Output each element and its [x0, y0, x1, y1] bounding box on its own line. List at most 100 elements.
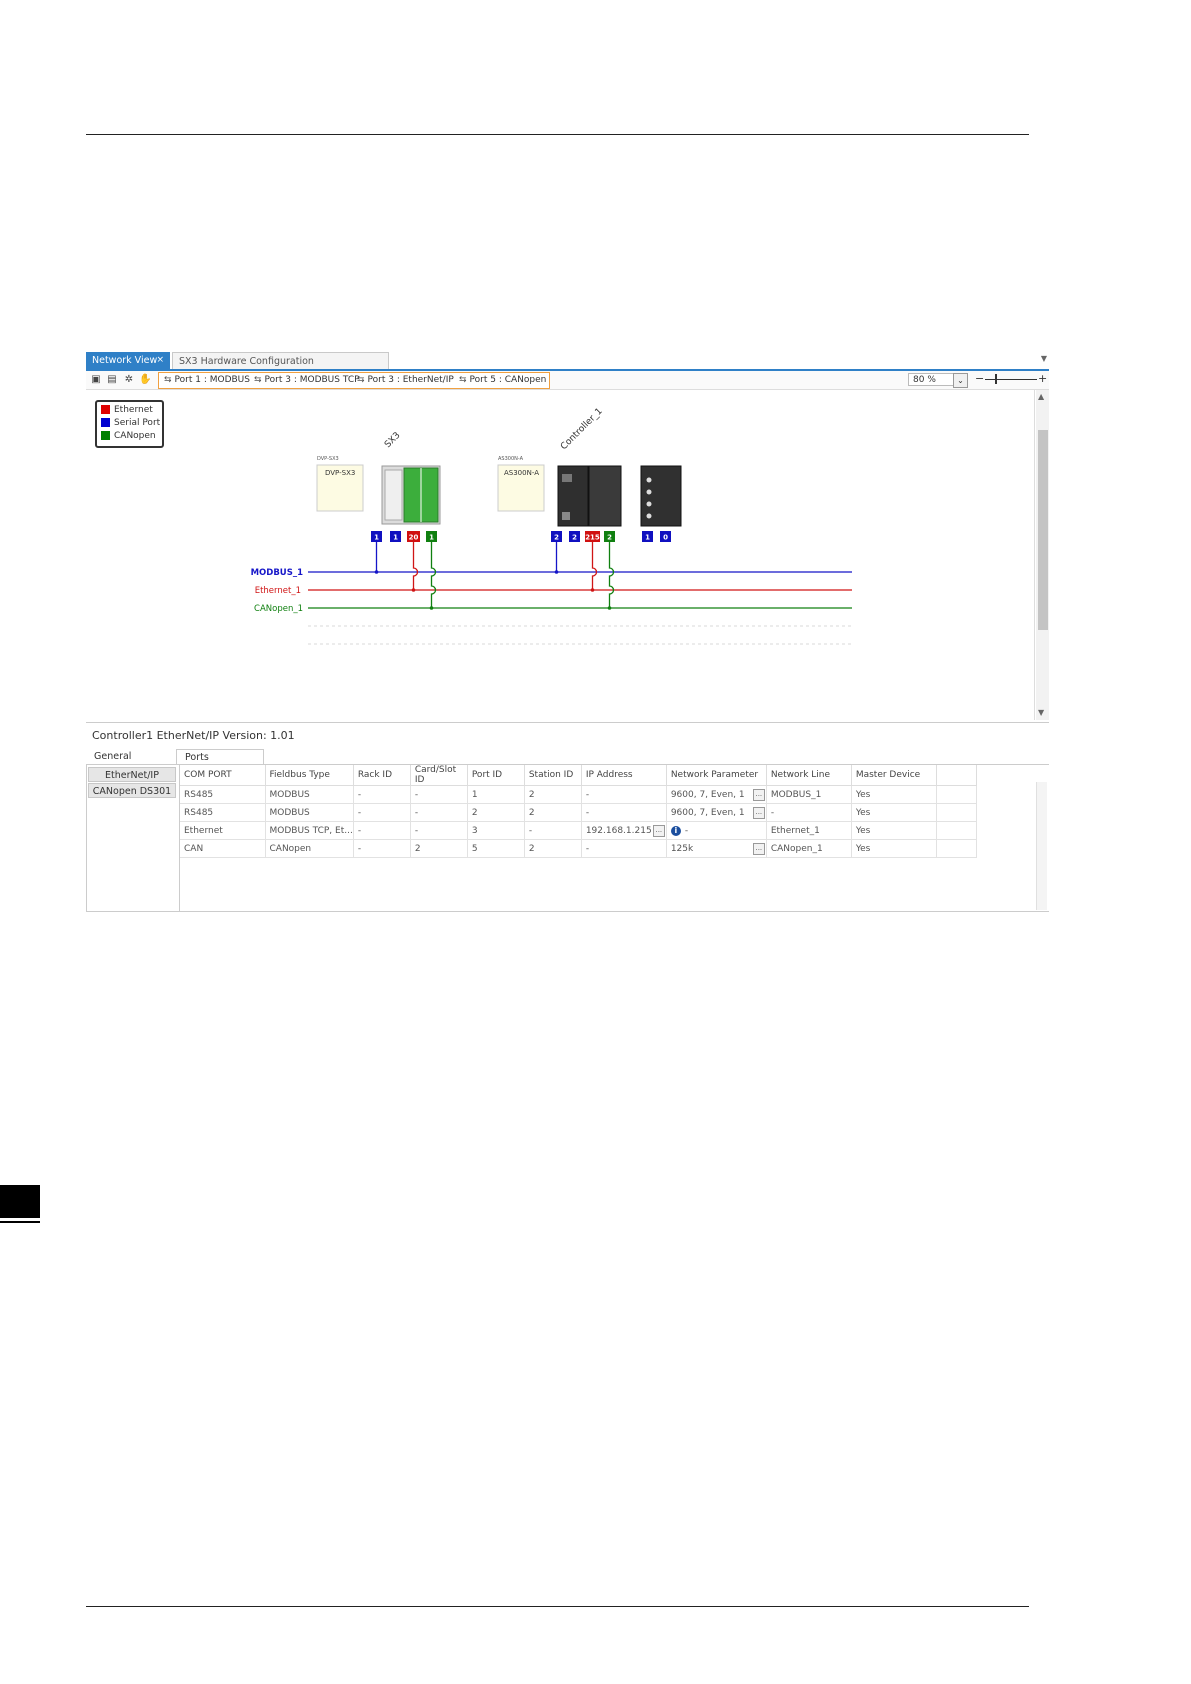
connection-dot — [411, 588, 416, 592]
device-name-sx3[interactable]: SX3 — [383, 431, 403, 451]
cell-card-slot-id: - — [410, 803, 468, 822]
network-line-label[interactable]: CANopen_1 — [254, 604, 303, 614]
column-header[interactable]: Network Parameter — [666, 765, 767, 786]
column-header-spacer — [936, 765, 977, 786]
canvas-vertical-scrollbar[interactable]: ▲ ▼ — [1036, 390, 1049, 720]
select-tool-icon[interactable]: ▣ — [90, 374, 102, 386]
ellipsis-button[interactable]: ... — [752, 807, 765, 819]
network-line-label[interactable]: Ethernet_1 — [255, 586, 301, 596]
port-item[interactable]: ⇆ Port 3 : MODBUS TCP — [254, 373, 360, 388]
extension-module-image[interactable] — [640, 465, 682, 527]
connection-dot — [374, 570, 379, 574]
device-model-label: DVP-SX3 — [317, 456, 339, 462]
port-label: Port 3 : MODBUS TCP — [264, 375, 360, 385]
protocol-item-canopen-ds301[interactable]: CANopen DS301 — [88, 783, 176, 798]
connection-dot — [607, 606, 612, 610]
network-scan-icon[interactable]: ✲ — [123, 374, 135, 386]
network-parameter-value: - — [684, 825, 689, 836]
cell-spacer — [936, 839, 977, 858]
info-icon[interactable]: i — [670, 825, 681, 836]
table-row[interactable]: RS485 MODBUS - - 1 2 - 9600, 7, Even, 1.… — [180, 785, 977, 804]
cell-fieldbus-type: MODBUS TCP, Et... — [265, 821, 354, 840]
column-header[interactable]: Network Line — [766, 765, 852, 786]
port-badge-label: 20 — [409, 534, 419, 542]
cell-port-id: 2 — [467, 803, 525, 822]
port-item[interactable]: ⇆ Port 5 : CANopen — [459, 373, 546, 388]
column-header[interactable]: Card/Slot ID — [410, 765, 468, 786]
column-header[interactable]: IP Address — [581, 765, 667, 786]
cell-card-slot-id: 2 — [410, 839, 468, 858]
protocol-item-ethernet-ip[interactable]: EtherNet/IP — [88, 767, 176, 782]
tab-sx3-hardware-configuration[interactable]: SX3 Hardware Configuration — [172, 352, 389, 369]
port-badge-label: 1 — [645, 534, 650, 542]
properties-tab-strip: General Ports Information — [86, 749, 1049, 778]
zoom-out-icon[interactable]: − — [975, 372, 984, 385]
cell-com-port: RS485 — [180, 785, 266, 804]
ellipsis-button[interactable]: ... — [752, 789, 765, 801]
device-name-controller-1[interactable]: Controller_1 — [559, 407, 605, 453]
chevron-down-icon[interactable]: ⌄ — [953, 373, 968, 388]
port-badge-label: 2 — [572, 534, 577, 542]
zoom-in-icon[interactable]: + — [1038, 372, 1047, 385]
cell-network-parameter[interactable]: 9600, 7, Even, 1... — [666, 803, 767, 822]
cell-network-parameter[interactable]: 9600, 7, Even, 1... — [666, 785, 767, 804]
ellipsis-button[interactable]: ... — [752, 843, 765, 855]
cell-station-id: - — [524, 821, 582, 840]
network-parameter-value: 9600, 7, Even, 1 — [670, 789, 745, 800]
port-item[interactable]: ⇆ Port 1 : MODBUS — [164, 373, 250, 388]
plc-sx3-image[interactable] — [381, 465, 441, 525]
scroll-up-icon[interactable]: ▲ — [1038, 392, 1044, 401]
port-icon: ⇆ — [357, 375, 365, 385]
connection-dot — [590, 588, 595, 592]
column-header[interactable]: Station ID — [524, 765, 582, 786]
network-parameter-value: 9600, 7, Even, 1 — [670, 807, 745, 818]
column-header[interactable]: COM PORT — [180, 765, 266, 786]
scroll-down-icon[interactable]: ▼ — [1038, 708, 1044, 717]
cell-network-parameter[interactable]: 125k... — [666, 839, 767, 858]
scrollbar-thumb[interactable] — [1038, 430, 1048, 630]
table-header-row: COM PORT Fieldbus Type Rack ID Card/Slot… — [180, 765, 977, 786]
module-terminal — [646, 513, 652, 519]
connection-wire — [608, 542, 615, 608]
zoom-slider-track[interactable] — [985, 379, 1037, 380]
plc-panel — [384, 469, 403, 521]
cell-master-device: Yes — [851, 785, 937, 804]
tab-network-view[interactable]: Network View × — [86, 352, 170, 369]
tab-ports-information[interactable]: Ports Information — [176, 749, 264, 778]
ellipsis-button[interactable]: ... — [652, 825, 665, 837]
table-row[interactable]: CAN CANopen - 2 5 2 - 125k... CANopen_1 … — [180, 839, 977, 858]
port-selector-bar: ⇆ Port 1 : MODBUS ⇆ Port 3 : MODBUS TCP ⇆ P… — [158, 372, 550, 389]
tab-general[interactable]: General — [86, 749, 172, 764]
cell-port-id: 1 — [467, 785, 525, 804]
network-diagram: SX3 DVP-SX3 DVP-SX3 Controller_1 AS300N-… — [251, 407, 852, 645]
cell-ip-address[interactable]: 192.168.1.215... — [581, 821, 667, 840]
panel-bottom-border — [86, 911, 1049, 912]
cell-fieldbus-type: CANopen — [265, 839, 354, 858]
cell-network-line: MODBUS_1 — [766, 785, 852, 804]
table-row[interactable]: RS485 MODBUS - - 2 2 - 9600, 7, Even, 1.… — [180, 803, 977, 822]
port-badge-label: 1 — [393, 534, 398, 542]
plc-screen — [562, 474, 572, 482]
port-label: Port 5 : CANopen — [469, 375, 547, 385]
column-header[interactable]: Rack ID — [353, 765, 411, 786]
cell-port-id: 3 — [467, 821, 525, 840]
pan-hand-icon[interactable]: ✋ — [139, 374, 151, 386]
ip-address-value: 192.168.1.215 — [585, 825, 652, 836]
table-vertical-scrollbar[interactable] — [1036, 782, 1047, 910]
cell-rack-id: - — [353, 821, 411, 840]
column-header[interactable]: Master Device — [851, 765, 937, 786]
close-icon[interactable]: × — [156, 352, 164, 369]
cell-master-device: Yes — [851, 821, 937, 840]
zoom-slider-thumb[interactable] — [995, 374, 997, 384]
plc-as300-image[interactable] — [557, 465, 622, 527]
port-item[interactable]: ⇆ Port 3 : EtherNet/IP — [357, 373, 454, 388]
port-badge-label: 2 — [607, 534, 612, 542]
plc-module — [588, 465, 622, 527]
network-canvas[interactable]: Ethernet Serial Port CANopen SX3 DVP-SX3… — [86, 390, 1035, 720]
column-header[interactable]: Port ID — [467, 765, 525, 786]
column-header[interactable]: Fieldbus Type — [265, 765, 354, 786]
save-layout-icon[interactable]: ▤ — [106, 374, 118, 386]
network-line-label[interactable]: MODBUS_1 — [251, 568, 303, 578]
table-row[interactable]: Ethernet MODBUS TCP, Et... - - 3 - 192.1… — [180, 821, 977, 840]
tab-list-dropdown-icon[interactable]: ▼ — [1041, 354, 1047, 363]
